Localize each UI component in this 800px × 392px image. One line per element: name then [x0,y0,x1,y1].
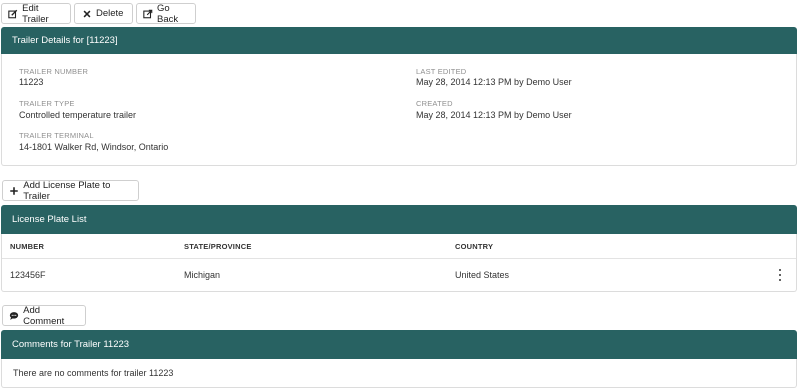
comments-panel: There are no comments for trailer 11223 [1,359,797,388]
trailer-number-value: 11223 [19,77,44,87]
trailer-details-header: Trailer Details for [11223] [1,27,797,54]
edit-trailer-button[interactable]: Edit Trailer [1,2,71,25]
close-icon [81,8,92,19]
delete-button[interactable]: Delete [74,3,133,24]
trailer-type-value: Controlled temperature trailer [19,110,137,120]
delete-label: Delete [96,8,124,19]
cell-plate-number: 123456F [10,270,46,280]
license-plate-title: License Plate List [12,214,87,225]
edit-icon [8,8,18,19]
plus-icon [9,185,19,196]
trailer-terminal-value: 14-1801 Walker Rd, Windsor, Ontario [19,142,169,152]
table-row[interactable]: 123456F Michigan United States [2,259,796,292]
column-header-state: STATE/PROVINCE [184,242,252,251]
go-back-label: Go Back [157,2,179,25]
column-header-number: NUMBER [10,242,45,251]
edit-trailer-label: Edit Trailer [22,2,49,25]
no-comments-text: There are no comments for trailer 11223 [13,368,174,378]
trailer-terminal-label: TRAILER TERMINAL [19,131,94,140]
external-link-icon [143,8,153,19]
last-edited-value: May 28, 2014 12:13 PM by Demo User [416,77,572,87]
add-comment-button[interactable]: Add Comment [2,304,86,327]
comments-title: Comments for Trailer 11223 [12,339,130,350]
created-value: May 28, 2014 12:13 PM by Demo User [416,110,572,120]
row-menu-icon[interactable] [775,269,785,281]
last-edited-label: LAST EDITED [416,67,467,76]
trailer-details-panel: TRAILER NUMBER 11223 TRAILER TYPE Contro… [1,54,797,166]
comments-header: Comments for Trailer 11223 [1,330,797,359]
add-license-plate-button[interactable]: Add License Plate to Trailer [2,179,139,202]
trailer-type-label: TRAILER TYPE [19,99,75,108]
created-label: CREATED [416,99,453,108]
add-comment-label: Add Comment [23,304,65,327]
cell-country: United States [455,270,510,280]
add-license-plate-label: Add License Plate to Trailer [23,179,111,202]
license-plate-table: NUMBER STATE/PROVINCE COUNTRY 123456F Mi… [1,234,797,292]
cell-state: Michigan [184,270,221,280]
column-header-country: COUNTRY [455,242,494,251]
trailer-details-title: Trailer Details for [11223] [12,35,118,46]
trailer-number-label: TRAILER NUMBER [19,67,89,76]
go-back-button[interactable]: Go Back [136,2,196,25]
comment-icon [9,310,19,321]
license-plate-header: License Plate List [1,205,797,234]
